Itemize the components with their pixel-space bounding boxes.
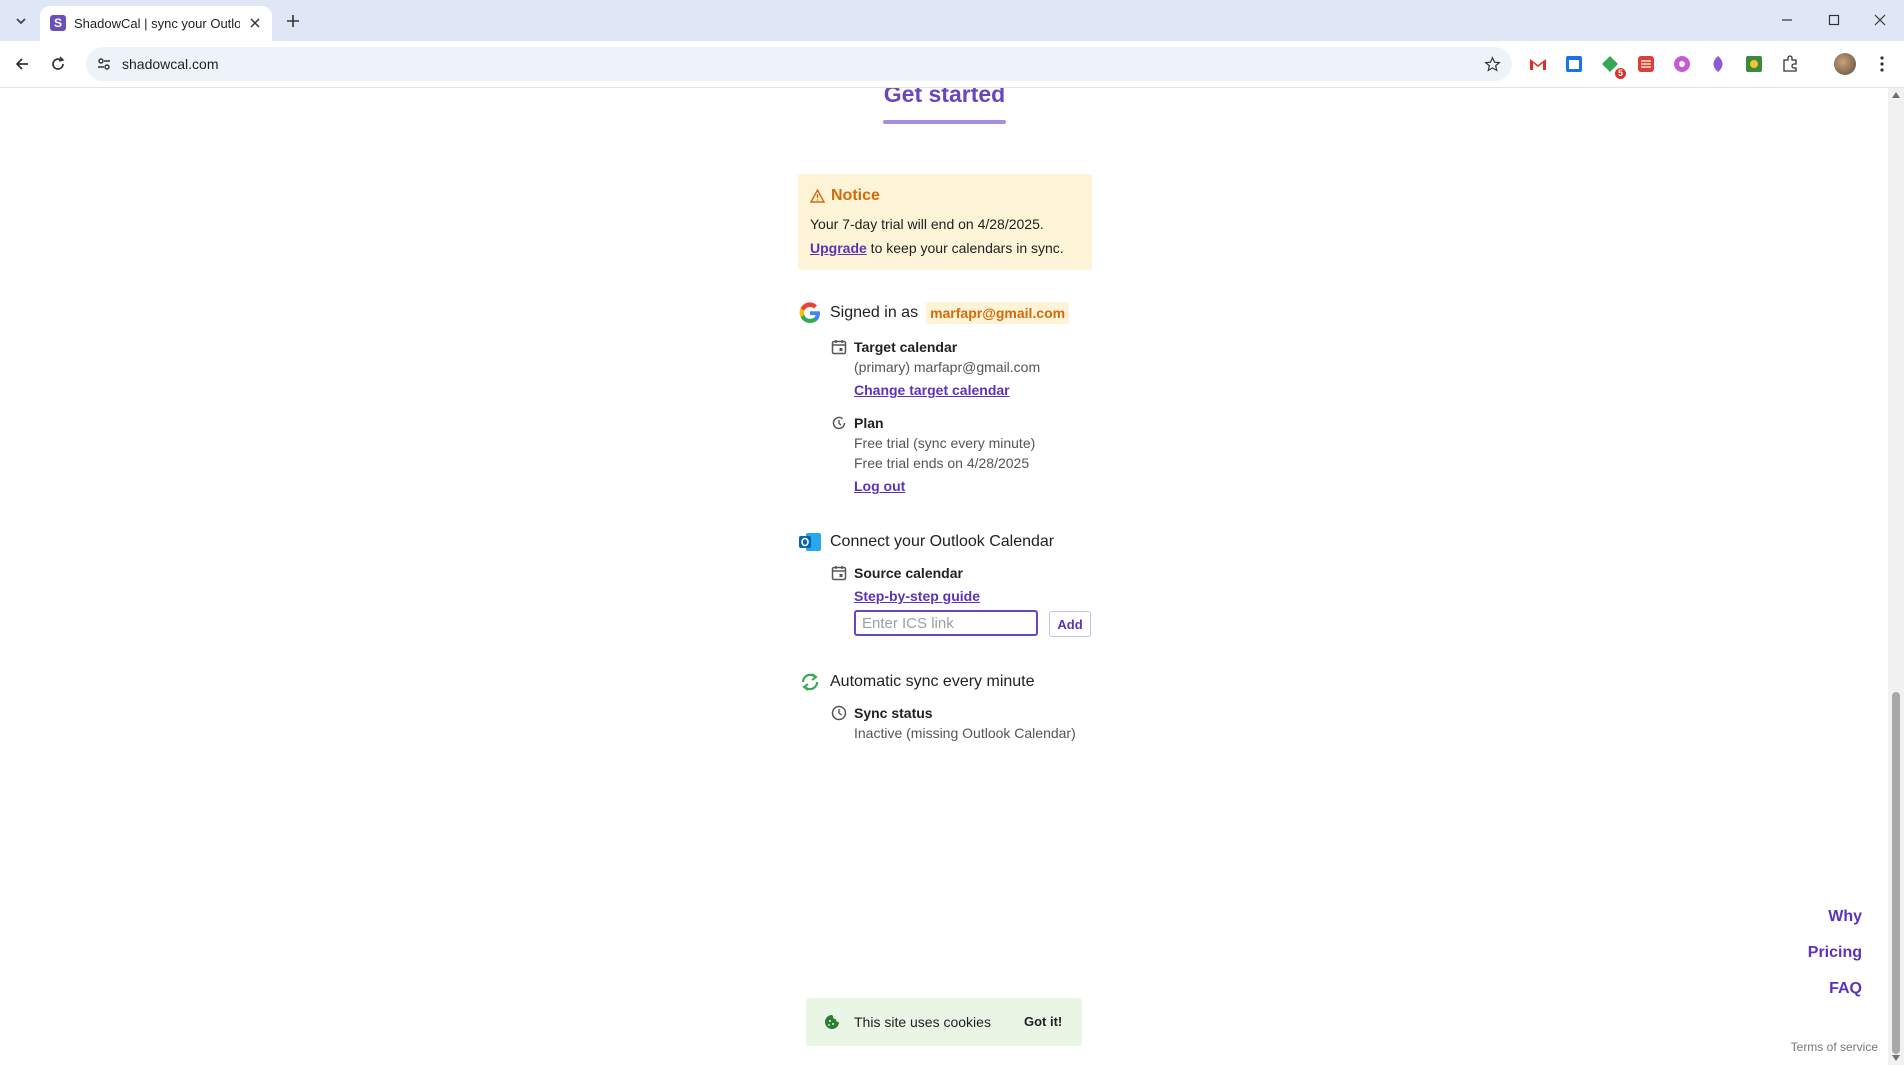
source-calendar-title: Source calendar — [854, 565, 963, 581]
browser-toolbar: shadowcal.com 5 — [0, 41, 1904, 88]
browser-tab-bar: S ShadowCal | sync your Outlook — [0, 0, 1904, 41]
reload-icon — [52, 56, 65, 70]
cookie-icon — [825, 1015, 839, 1029]
change-target-calendar-link[interactable]: Change target calendar — [854, 382, 1010, 398]
page-viewport: Get started Notice Your 7-day trial will… — [0, 88, 1904, 1065]
plus-icon — [287, 15, 299, 27]
outlook-section-head: Connect your Outlook Calendar — [798, 531, 1054, 553]
scroll-down-arrow[interactable] — [1892, 1055, 1900, 1061]
browser-menu-icon[interactable] — [1872, 53, 1892, 75]
cookie-message: This site uses cookies — [854, 1014, 991, 1030]
image-extension-icon[interactable] — [1744, 54, 1764, 74]
close-window-button[interactable] — [1865, 6, 1895, 34]
plan-end-date: Free trial ends on 4/28/2025 — [854, 455, 1030, 471]
gmail-extension-icon[interactable] — [1528, 54, 1548, 74]
trial-end-text: Your 7-day trial will end on 4/28/2025. — [810, 216, 1044, 232]
calendar-icon — [830, 338, 848, 356]
notice-title: Notice — [810, 187, 880, 205]
minimize-button[interactable] — [1772, 6, 1802, 34]
warning-icon — [810, 189, 825, 203]
maximize-button[interactable] — [1819, 6, 1849, 34]
plan-title: Plan — [854, 415, 884, 431]
upgrade-link[interactable]: Upgrade — [810, 240, 867, 256]
log-out-link[interactable]: Log out — [854, 478, 905, 494]
page-scrollbar[interactable] — [1888, 88, 1904, 1065]
tab-title: ShadowCal | sync your Outlook — [74, 16, 240, 31]
nav-faq-link[interactable]: FAQ — [1829, 980, 1862, 998]
sync-icon — [801, 673, 819, 691]
cookie-banner: This site uses cookies Got it! — [806, 998, 1082, 1046]
chevron-down-icon — [16, 18, 26, 25]
plan-type: Free trial (sync every minute) — [854, 435, 1036, 451]
sync-status-title: Sync status — [854, 705, 933, 721]
badge-extension-icon[interactable]: 5 — [1600, 54, 1626, 79]
add-ics-button[interactable]: Add — [1049, 611, 1091, 637]
todoist-extension-icon[interactable] — [1636, 54, 1656, 74]
scroll-up-arrow[interactable] — [1892, 92, 1900, 98]
target-calendar-title: Target calendar — [854, 339, 958, 355]
title-underline — [883, 120, 1006, 124]
new-tab-button[interactable] — [280, 8, 306, 34]
url-text[interactable]: shadowcal.com — [122, 56, 219, 72]
terms-of-service-link[interactable]: Terms of service — [1791, 1040, 1878, 1054]
page-title: Get started — [883, 88, 1006, 107]
close-icon — [1874, 14, 1886, 26]
signed-in-label: Signed in as — [830, 304, 919, 321]
target-calendar-value: (primary) marfapr@gmail.com — [854, 359, 1041, 375]
address-bar[interactable]: shadowcal.com — [86, 47, 1512, 81]
site-settings-icon[interactable] — [96, 56, 112, 72]
sync-status-value: Inactive (missing Outlook Calendar) — [854, 725, 1076, 741]
cookie-accept-button[interactable]: Got it! — [1024, 1014, 1062, 1029]
notice-title-text: Notice — [831, 187, 880, 204]
active-tab[interactable]: S ShadowCal | sync your Outlook — [40, 6, 272, 41]
sync-heading: Automatic sync every minute — [830, 673, 1035, 690]
plan-history-icon — [830, 414, 848, 432]
google-icon — [799, 302, 820, 324]
upgrade-line-text: to keep your calendars in sync. — [866, 240, 1064, 256]
minimize-icon — [1782, 19, 1792, 21]
extension-badge: 5 — [1614, 68, 1626, 79]
scroll-thumb[interactable] — [1892, 692, 1900, 1054]
arrow-left-icon — [15, 58, 28, 70]
maximize-icon — [1828, 14, 1840, 26]
nav-pricing-link[interactable]: Pricing — [1808, 944, 1862, 962]
sync-section-head: Automatic sync every minute — [798, 671, 1035, 693]
tab-search-button[interactable] — [8, 8, 34, 34]
nav-why-link[interactable]: Why — [1828, 908, 1862, 926]
back-button[interactable] — [8, 50, 36, 78]
calendar-extension-icon[interactable] — [1564, 54, 1584, 74]
outlook-heading: Connect your Outlook Calendar — [830, 533, 1055, 550]
reload-button[interactable] — [44, 50, 72, 78]
bookmark-star-icon[interactable] — [1482, 54, 1502, 74]
shadowcal-favicon-icon: S — [50, 15, 66, 31]
circle-extension-icon[interactable] — [1672, 54, 1692, 74]
upgrade-line: Upgrade to keep your calendars in sync. — [810, 240, 1064, 256]
signed-in-row: Signed in as marfapr@gmail.com — [798, 301, 1070, 325]
source-calendar-icon — [830, 564, 848, 582]
outlook-icon — [799, 533, 821, 551]
profile-avatar[interactable] — [1834, 53, 1856, 75]
ics-link-input[interactable] — [854, 610, 1038, 636]
close-tab-icon[interactable] — [246, 14, 264, 32]
account-email-badge: marfapr@gmail.com — [926, 302, 1070, 324]
step-by-step-guide-link[interactable]: Step-by-step guide — [854, 588, 980, 604]
extensions-puzzle-icon[interactable] — [1780, 54, 1800, 74]
trial-notice: Notice Your 7-day trial will end on 4/28… — [798, 174, 1092, 270]
leaf-extension-icon[interactable] — [1708, 54, 1728, 74]
clock-icon — [830, 704, 848, 722]
